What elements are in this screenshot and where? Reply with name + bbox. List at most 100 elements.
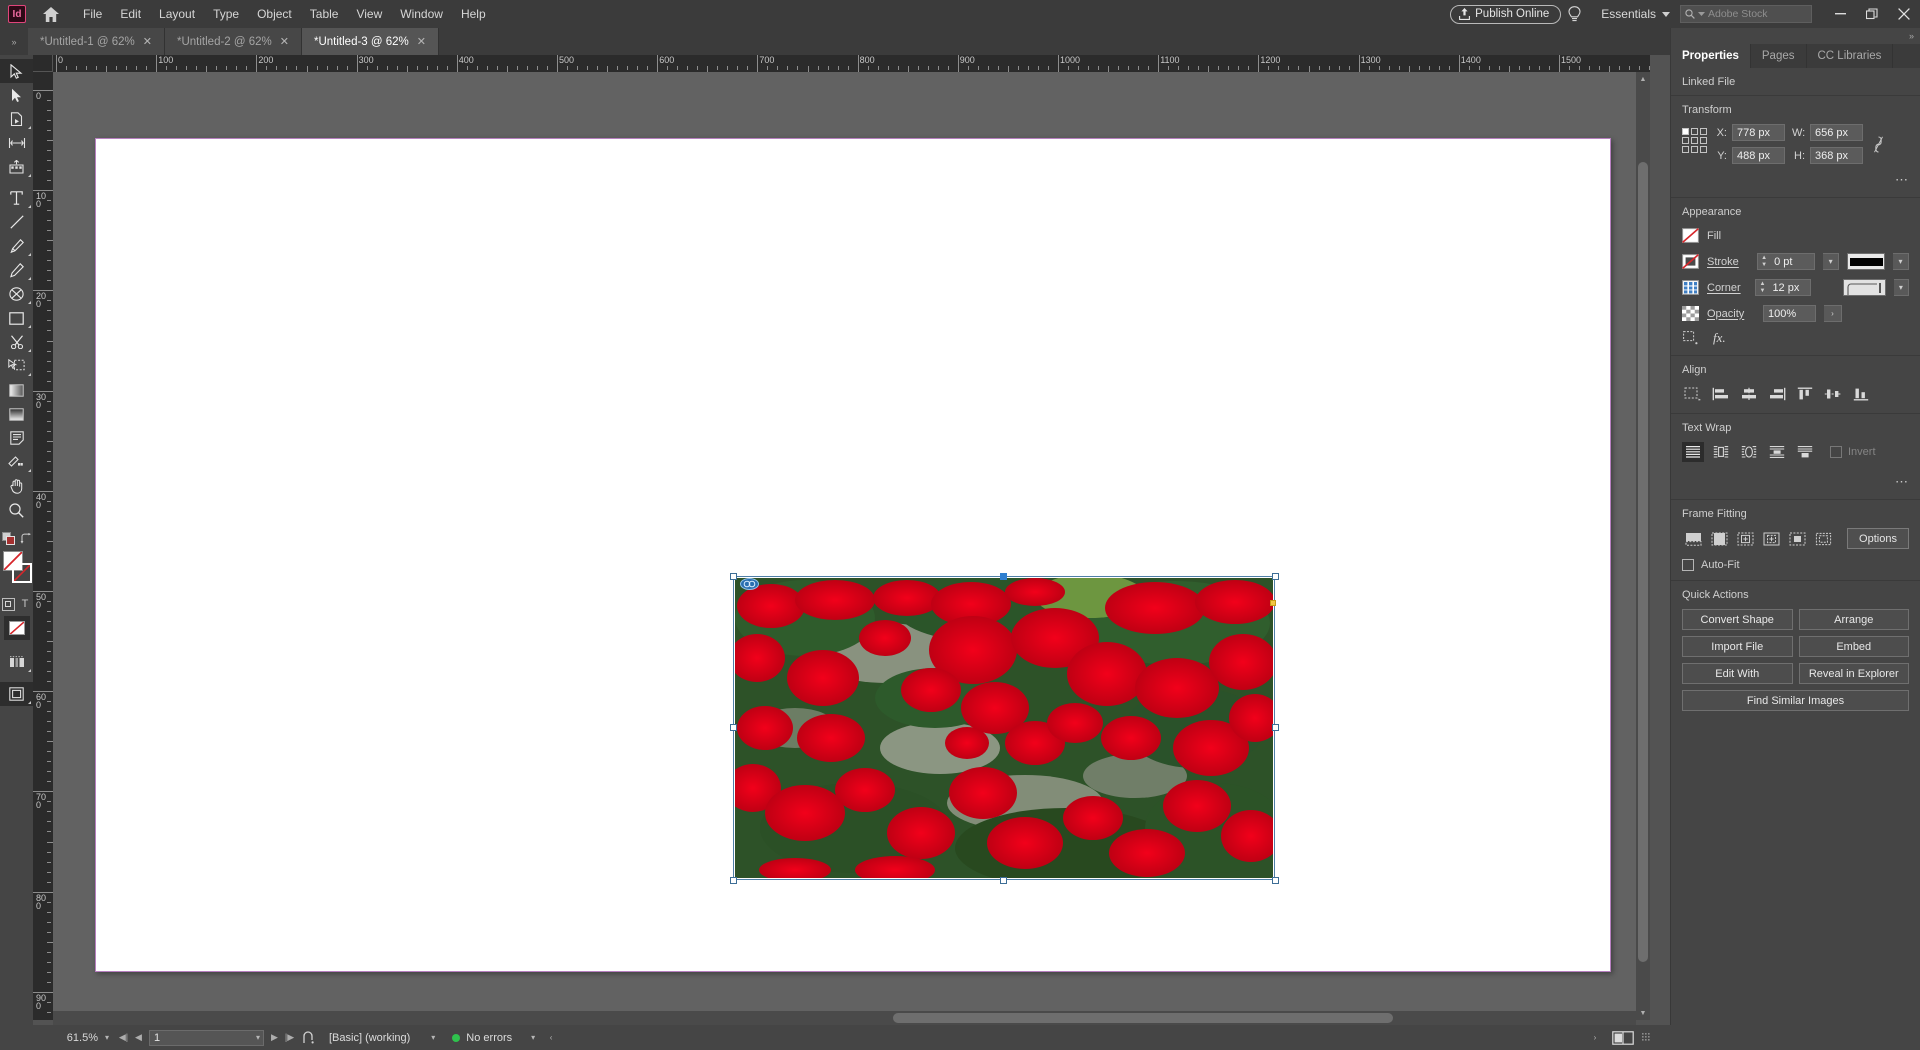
vertical-ruler[interactable]: 010020030040050060070080090010001100 bbox=[33, 72, 53, 1020]
jump-to-next-column-icon[interactable] bbox=[1794, 442, 1816, 462]
horizontal-ruler[interactable]: 0 100 200 300 400 500 600 700 800 900 1000 1100 1200… bbox=[53, 55, 1650, 72]
scissors-tool[interactable] bbox=[0, 330, 33, 354]
align-vertical-centers-icon[interactable] bbox=[1822, 384, 1844, 404]
menu-layout[interactable]: Layout bbox=[150, 3, 204, 25]
ellipse-frame-tool[interactable] bbox=[0, 282, 33, 306]
screen-mode-button[interactable] bbox=[0, 682, 33, 706]
stroke-weight-dropdown-icon[interactable]: ▾ bbox=[1823, 253, 1840, 270]
menu-type[interactable]: Type bbox=[204, 3, 248, 25]
align-bottom-edges-icon[interactable] bbox=[1850, 384, 1872, 404]
jump-object-icon[interactable] bbox=[1766, 442, 1788, 462]
drop-shadow-icon[interactable] bbox=[1683, 331, 1699, 345]
selection-handle-bottom-center[interactable] bbox=[1000, 877, 1007, 884]
transform-more-options-icon[interactable]: ⋯ bbox=[1682, 172, 1909, 188]
swap-fill-stroke-icon[interactable] bbox=[20, 532, 32, 544]
corner-options-icon[interactable] bbox=[1682, 280, 1699, 295]
embed-button[interactable]: Embed bbox=[1798, 636, 1909, 657]
line-tool[interactable] bbox=[0, 210, 33, 234]
page-tool[interactable] bbox=[0, 107, 33, 131]
fill-swatch-icon[interactable] bbox=[1682, 228, 1699, 243]
wrap-around-object-shape-icon[interactable] bbox=[1738, 442, 1760, 462]
menu-table[interactable]: Table bbox=[301, 3, 348, 25]
home-icon[interactable] bbox=[36, 0, 66, 28]
selection-handle-bottom-right[interactable] bbox=[1272, 877, 1279, 884]
pencil-tool[interactable] bbox=[0, 258, 33, 282]
close-icon[interactable] bbox=[1888, 0, 1920, 28]
linked-image-frame[interactable] bbox=[735, 578, 1273, 878]
center-content-icon[interactable] bbox=[1786, 529, 1808, 549]
invert-checkbox[interactable] bbox=[1830, 446, 1842, 458]
selection-handle-top-center[interactable] bbox=[1000, 573, 1007, 580]
collapse-panel-icon[interactable]: » bbox=[0, 28, 28, 55]
fit-content-to-frame-icon[interactable] bbox=[1760, 529, 1782, 549]
publish-online-button[interactable]: Publish Online bbox=[1450, 4, 1562, 24]
arrange-button[interactable]: Arrange bbox=[1798, 609, 1909, 630]
align-top-edges-icon[interactable] bbox=[1794, 384, 1816, 404]
x-input[interactable]: 778 px bbox=[1732, 124, 1785, 141]
restore-icon[interactable] bbox=[1856, 0, 1888, 28]
constrain-proportions-icon[interactable] bbox=[1870, 136, 1886, 153]
gradient-swatch-tool[interactable] bbox=[0, 378, 33, 402]
stroke-style-preview[interactable] bbox=[1847, 253, 1886, 270]
tab-pages[interactable]: Pages bbox=[1751, 44, 1807, 68]
content-collector-tool[interactable] bbox=[0, 155, 33, 179]
import-file-button[interactable]: Import File bbox=[1682, 636, 1793, 657]
document-tab-1[interactable]: *Untitled-1 @ 62% ✕ bbox=[28, 28, 165, 55]
zoom-dropdown-icon[interactable]: ▾ bbox=[98, 1033, 116, 1042]
align-left-edges-icon[interactable] bbox=[1710, 384, 1732, 404]
page-number-field[interactable]: 1 ▾ bbox=[149, 1029, 264, 1046]
stroke-weight-spinner[interactable]: ▲ ▼ bbox=[1758, 255, 1770, 268]
document-tab-2[interactable]: *Untitled-2 @ 62% ✕ bbox=[165, 28, 302, 55]
last-page-icon[interactable]: |▶ bbox=[282, 1032, 297, 1043]
formatting-affects-container-button[interactable] bbox=[1, 597, 15, 611]
w-input[interactable]: 656 px bbox=[1810, 124, 1863, 141]
close-icon[interactable]: ✕ bbox=[280, 35, 289, 48]
menu-file[interactable]: File bbox=[74, 3, 111, 25]
scroll-down-icon[interactable]: ▼ bbox=[1636, 1006, 1650, 1020]
hand-tool[interactable] bbox=[0, 474, 33, 498]
y-input[interactable]: 488 px bbox=[1732, 147, 1785, 164]
reference-point-top-left[interactable] bbox=[1682, 128, 1689, 135]
no-text-wrap-icon[interactable] bbox=[1682, 442, 1704, 462]
clear-frame-fitting-options-icon[interactable] bbox=[1812, 529, 1834, 549]
find-similar-images-button[interactable]: Find Similar Images bbox=[1682, 690, 1909, 711]
pen-tool[interactable] bbox=[0, 234, 33, 258]
reference-point-selector[interactable] bbox=[1682, 128, 1707, 153]
menu-object[interactable]: Object bbox=[248, 3, 301, 25]
formatting-affects-container-icon[interactable] bbox=[1, 531, 16, 545]
fit-frame-to-content-icon[interactable] bbox=[1734, 529, 1756, 549]
normal-view-mode-button[interactable] bbox=[0, 650, 33, 674]
reference-point-top-center[interactable] bbox=[1691, 128, 1698, 135]
type-tool[interactable] bbox=[0, 186, 33, 210]
align-horizontal-centers-icon[interactable] bbox=[1738, 384, 1760, 404]
free-transform-tool[interactable] bbox=[0, 354, 33, 378]
zoom-level[interactable]: 61.5% bbox=[58, 1032, 98, 1044]
content-grabber-icon[interactable] bbox=[740, 578, 759, 590]
direct-selection-tool[interactable] bbox=[0, 83, 33, 107]
menu-edit[interactable]: Edit bbox=[111, 3, 150, 25]
zoom-tool[interactable] bbox=[0, 498, 33, 522]
stroke-swatch-icon[interactable] bbox=[1682, 254, 1699, 269]
menu-help[interactable]: Help bbox=[452, 3, 495, 25]
edit-with-button[interactable]: Edit With bbox=[1682, 663, 1793, 684]
adobe-stock-search[interactable]: Adobe Stock bbox=[1680, 5, 1812, 23]
reveal-in-explorer-button[interactable]: Reveal in Explorer bbox=[1798, 663, 1909, 684]
preflight-profile[interactable]: [Basic] (working) bbox=[329, 1032, 410, 1044]
reference-point-bottom-left[interactable] bbox=[1682, 146, 1689, 153]
stroke-weight-stepper[interactable]: ▲ ▼ 0 pt bbox=[1757, 253, 1816, 270]
stroke-style-dropdown-icon[interactable]: ▾ bbox=[1893, 253, 1909, 270]
previous-page-icon[interactable]: ◀ bbox=[131, 1032, 146, 1043]
reference-point-top-right[interactable] bbox=[1700, 128, 1707, 135]
corner-shape-preview[interactable] bbox=[1842, 279, 1886, 296]
document-tab-3[interactable]: *Untitled-3 @ 62% ✕ bbox=[302, 28, 439, 55]
selection-handle-top-left[interactable] bbox=[730, 573, 737, 580]
opacity-label[interactable]: Opacity bbox=[1707, 308, 1755, 320]
formatting-affects-text-button[interactable]: T bbox=[19, 598, 32, 611]
wrap-around-bounding-box-icon[interactable] bbox=[1710, 442, 1732, 462]
convert-shape-button[interactable]: Convert Shape bbox=[1682, 609, 1793, 630]
gap-tool[interactable] bbox=[0, 131, 33, 155]
stroke-swatch-none[interactable] bbox=[12, 563, 32, 583]
reference-point-middle-left[interactable] bbox=[1682, 137, 1689, 144]
selection-handle-bottom-left[interactable] bbox=[730, 877, 737, 884]
first-page-icon[interactable]: ◀| bbox=[116, 1032, 131, 1043]
